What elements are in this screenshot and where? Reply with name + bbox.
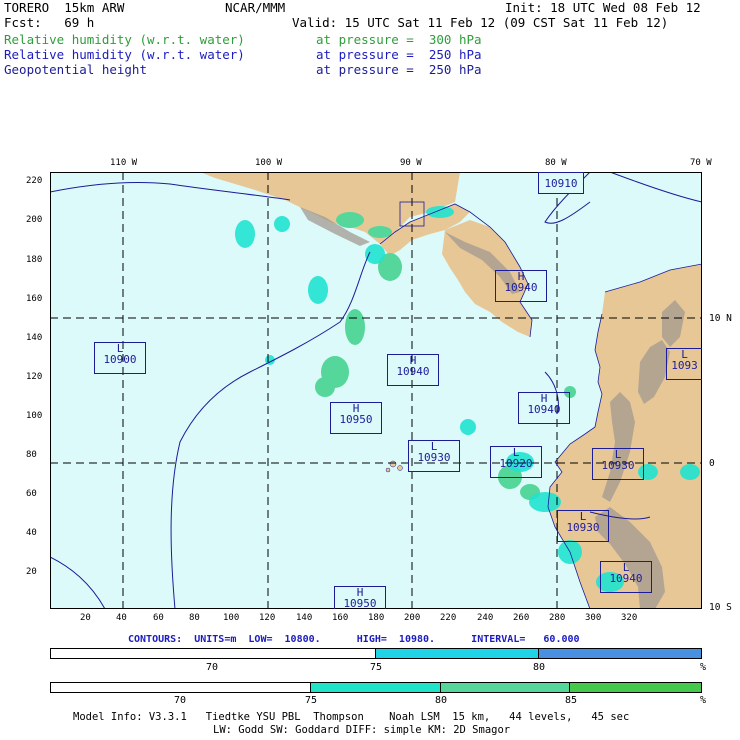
field-rh250-level: at pressure = 250 hPa (316, 47, 482, 62)
pressure-box-value: 10940 (396, 365, 430, 378)
x-tick: 300 (585, 613, 602, 623)
lon-label-100w: 100 W (255, 158, 283, 168)
field-rh300-name: Relative humidity (w.r.t. water) (4, 32, 245, 47)
x-tick: 40 (116, 613, 127, 623)
x-tick: 240 (477, 613, 494, 623)
y-tick: 180 (26, 255, 43, 265)
colorbar-segment (376, 649, 539, 658)
pressure-box-value: 10930 (601, 459, 635, 472)
pressure-box-value: 10920 (499, 457, 533, 470)
colorbar-label: 70 (205, 662, 219, 673)
pressure-box-value: 1093 (671, 359, 698, 372)
lat-label-10s: 10 S (709, 602, 732, 613)
pressure-box-value: 10930 (417, 451, 451, 464)
x-tick: 20 (80, 613, 91, 623)
y-tick: 80 (26, 450, 37, 460)
y-tick: 140 (26, 333, 43, 343)
pressure-box-value: 10950 (343, 597, 377, 609)
pressure-box: L 10940 (600, 561, 652, 593)
x-tick: 140 (296, 613, 313, 623)
colorbar-segment (51, 649, 376, 658)
colorbar-label: % (699, 695, 707, 706)
pressure-box: H 10950 (330, 402, 382, 434)
pressure-box: L 10920 (490, 446, 542, 478)
pressure-box-value: 10910 (544, 177, 578, 190)
pressure-box: 10910 (538, 172, 584, 194)
pressure-box: L 1093 (666, 348, 702, 380)
x-tick: 100 (223, 613, 240, 623)
x-tick: 80 (189, 613, 200, 623)
model-info: Model Info: V3.3.1 Tiedtke YSU PBL Thomp… (73, 711, 630, 723)
field-rh300-level: at pressure = 300 hPa (316, 32, 482, 47)
x-tick: 120 (259, 613, 276, 623)
pressure-box: L 10930 (557, 510, 609, 542)
pressure-box: L 10930 (408, 440, 460, 472)
colorbar-segment (538, 649, 701, 658)
center-name: NCAR/MMM (225, 0, 286, 15)
field-rh250-name: Relative humidity (w.r.t. water) (4, 47, 245, 62)
colorbar-label: 70 (173, 695, 187, 706)
pressure-box: H 10950 (334, 586, 386, 609)
x-tick: 180 (368, 613, 385, 623)
pressure-box: H 10940 (495, 270, 547, 302)
pressure-box: H 10940 (387, 354, 439, 386)
pressure-box-value: 10940 (504, 281, 538, 294)
forecast-hour: Fcst: 69 h (4, 15, 95, 30)
lon-label-90w: 90 W (400, 158, 422, 168)
x-tick: 260 (513, 613, 530, 623)
lat-label-10n: 10 N (709, 313, 732, 324)
y-tick: 60 (26, 489, 37, 499)
pressure-box-value: 10900 (103, 353, 137, 366)
pressure-box-value: 10940 (527, 403, 561, 416)
init-time: Init: 18 UTC Wed 08 Feb 12 (505, 0, 701, 15)
field-height-name: Geopotential height (4, 62, 147, 77)
colorbar-segment (51, 683, 312, 692)
y-tick: 120 (26, 372, 43, 382)
lon-label-80w: 80 W (545, 158, 567, 168)
colorbar-segment (570, 683, 702, 692)
pressure-box: L 10900 (94, 342, 146, 374)
colorbar-label: 75 (369, 662, 383, 673)
x-tick: 160 (332, 613, 349, 623)
colorbar-label: 85 (564, 695, 578, 706)
model-physics: LW: Godd SW: Goddard DIFF: simple KM: 2D… (213, 724, 511, 736)
pressure-box-value: 10940 (609, 572, 643, 585)
valid-time: Valid: 15 UTC Sat 11 Feb 12 (09 CST Sat … (292, 15, 669, 30)
colorbar-label: % (699, 662, 707, 673)
pressure-box: L 10930 (592, 448, 644, 480)
colorbar-segment (440, 683, 571, 692)
pressure-box-value: 10950 (339, 413, 373, 426)
lat-label-0: 0 (709, 458, 715, 469)
y-tick: 20 (26, 567, 37, 577)
colorbar-rh250 (50, 648, 702, 659)
x-tick: 280 (549, 613, 566, 623)
pressure-box: H 10940 (518, 392, 570, 424)
y-tick: 200 (26, 215, 43, 225)
map-plot (50, 172, 702, 609)
y-tick: 220 (26, 176, 43, 186)
x-tick: 220 (440, 613, 457, 623)
x-tick: 60 (153, 613, 164, 623)
contours-info: CONTOURS: UNITS=m LOW= 10800. HIGH= 1098… (128, 634, 580, 645)
colorbar-segment (311, 683, 441, 692)
x-tick: 320 (621, 613, 638, 623)
colorbar-label: 80 (532, 662, 546, 673)
field-height-level: at pressure = 250 hPa (316, 62, 482, 77)
y-tick: 100 (26, 411, 43, 421)
colorbar-label: 80 (434, 695, 448, 706)
model-name: TORERO 15km ARW (4, 0, 125, 15)
lon-label-70w: 70 W (690, 158, 712, 168)
pressure-box-value: 10930 (566, 521, 600, 534)
x-tick: 200 (404, 613, 421, 623)
lon-label-110w: 110 W (110, 158, 138, 168)
colorbar-rh300 (50, 682, 702, 693)
colorbar-label: 75 (304, 695, 318, 706)
y-tick: 40 (26, 528, 37, 538)
y-tick: 160 (26, 294, 43, 304)
